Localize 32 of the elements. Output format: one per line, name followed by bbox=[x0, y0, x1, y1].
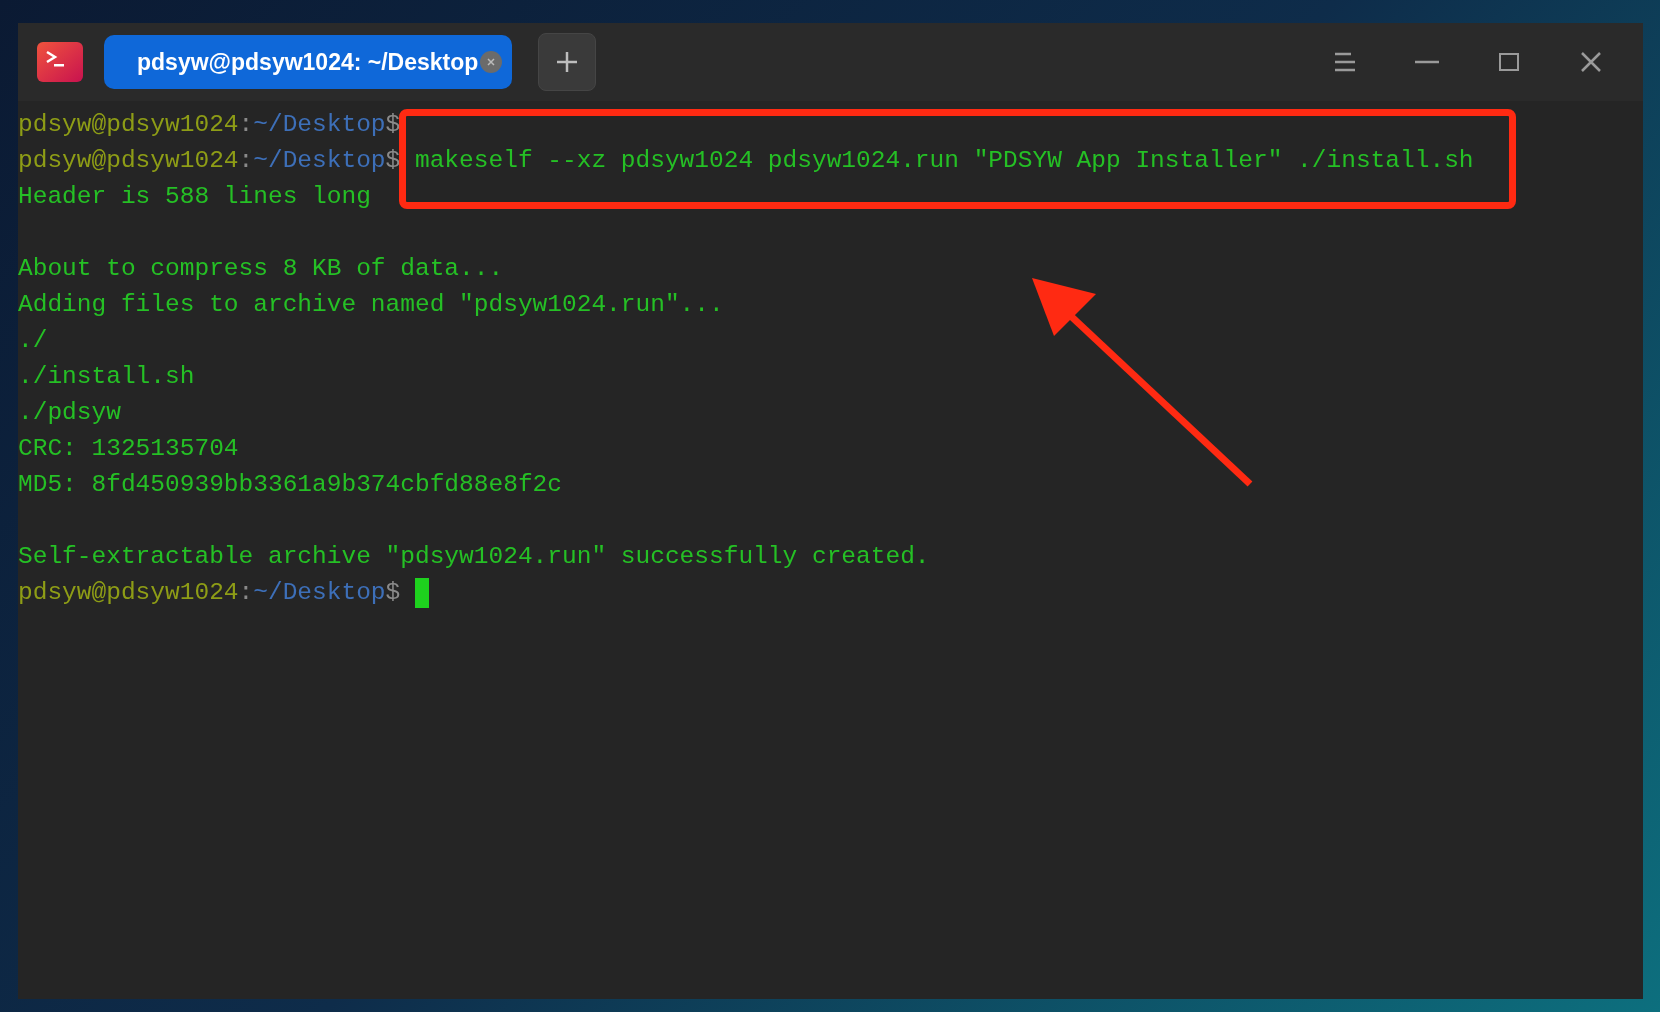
terminal-app-icon bbox=[37, 42, 83, 82]
command-text: makeself --xz pdsyw1024 pdsyw1024.run "PDSYW App Installer" ./install.sh bbox=[414, 147, 1474, 174]
prompt-path: ~/Desktop bbox=[253, 146, 386, 176]
prompt-path: ~/Desktop bbox=[253, 578, 386, 608]
output-line: CRC: 1325135704 bbox=[18, 434, 239, 464]
prompt-separator: : bbox=[238, 578, 254, 608]
output-line: ./pdsyw bbox=[18, 398, 121, 428]
prompt-separator: : bbox=[238, 146, 254, 176]
output-line: Adding files to archive named "pdsyw1024.run"... bbox=[18, 290, 724, 320]
output-line: ./install.sh bbox=[18, 362, 195, 392]
terminal-tab[interactable]: pdsyw@pdsyw1024: ~/Desktop bbox=[104, 35, 512, 89]
output-line: Header is 588 lines long bbox=[18, 182, 371, 212]
prompt-symbol: $ bbox=[385, 110, 401, 140]
prompt-symbol: $ bbox=[385, 578, 401, 608]
prompt-user-host: pdsyw@pdsyw1024 bbox=[18, 110, 239, 140]
output-line: Self-extractable archive "pdsyw1024.run" successfully created. bbox=[18, 542, 930, 572]
output-line: About to compress 8 KB of data... bbox=[18, 254, 504, 284]
output-line: MD5: 8fd450939bb3361a9b374cbfd88e8f2c bbox=[18, 470, 562, 500]
new-tab-button[interactable] bbox=[538, 33, 596, 91]
maximize-icon bbox=[1499, 53, 1519, 71]
prompt-symbol: $ bbox=[385, 146, 401, 176]
output-line: ./ bbox=[18, 326, 48, 356]
prompt-user-host: pdsyw@pdsyw1024 bbox=[18, 146, 239, 176]
prompt-separator: : bbox=[238, 110, 254, 140]
close-icon bbox=[1581, 52, 1601, 72]
plus-icon bbox=[556, 51, 578, 73]
prompt-user-host: pdsyw@pdsyw1024 bbox=[18, 578, 239, 608]
prompt-path: ~/Desktop bbox=[253, 110, 386, 140]
tab-close-button[interactable] bbox=[480, 51, 503, 73]
menu-icon bbox=[1334, 52, 1356, 72]
minimize-icon bbox=[1415, 60, 1439, 64]
close-icon bbox=[487, 58, 496, 66]
